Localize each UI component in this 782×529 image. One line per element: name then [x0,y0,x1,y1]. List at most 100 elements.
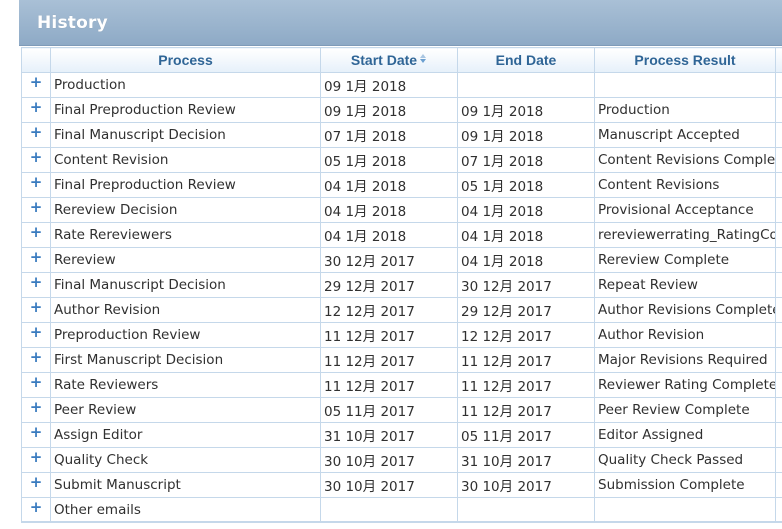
expand-plus-icon[interactable]: + [30,349,43,365]
panel-title: History [37,12,108,33]
expand-cell[interactable]: + [21,472,51,498]
expand-plus-icon[interactable]: + [30,74,43,90]
table-row[interactable]: + Rereview Decision 04 1月 2018 04 1月 2018 Pr… [21,197,782,223]
end-date-cell: 04 1月 2018 [457,247,595,273]
expand-plus-icon[interactable]: + [30,474,43,490]
end-date-cell: 09 1月 2018 [457,122,595,148]
end-date-cell [457,72,595,98]
start-date-cell: 11 12月 2017 [320,322,458,348]
process-cell: Quality Check [50,447,321,473]
start-date-cell: 04 1月 2018 [320,172,458,198]
extra-cell [775,147,782,173]
process-cell: Rate Rereviewers [50,222,321,248]
expand-plus-icon[interactable]: + [30,199,43,215]
end-date-cell: 11 12月 2017 [457,397,595,423]
process-result-cell: Production [594,97,776,123]
start-date-cell: 07 1月 2018 [320,122,458,148]
process-result-cell: Manuscript Accepted [594,122,776,148]
process-cell: Production [50,72,321,98]
process-cell: Final Preproduction Review [50,97,321,123]
expand-plus-icon[interactable]: + [30,249,43,265]
extra-cell [775,472,782,498]
expand-plus-icon[interactable]: + [30,424,43,440]
end-date-cell: 07 1月 2018 [457,147,595,173]
expand-cell[interactable]: + [21,347,51,373]
expand-plus-icon[interactable]: + [30,449,43,465]
table-row[interactable]: + Quality Check 30 10月 2017 31 10月 2017 Qual… [21,447,782,473]
table-row[interactable]: + Author Revision 12 12月 2017 29 12月 2017 Au… [21,297,782,323]
table-row[interactable]: + Final Preproduction Review 04 1月 2018 05 … [21,172,782,198]
extra-cell [775,172,782,198]
expand-plus-icon[interactable]: + [30,124,43,140]
table-row[interactable]: + Final Preproduction Review 09 1月 2018 09 … [21,97,782,123]
table-row[interactable]: + Rate Rereviewers 04 1月 2018 04 1月 2018 rer… [21,222,782,248]
start-date-cell: 04 1月 2018 [320,197,458,223]
end-date-cell: 09 1月 2018 [457,97,595,123]
expand-cell[interactable]: + [21,72,51,98]
expand-plus-icon[interactable]: + [30,299,43,315]
expand-cell[interactable]: + [21,222,51,248]
expand-cell[interactable]: + [21,272,51,298]
process-cell: First Manuscript Decision [50,347,321,373]
extra-cell [775,497,782,523]
expand-cell[interactable]: + [21,422,51,448]
expand-plus-icon[interactable]: + [30,174,43,190]
start-date-cell: 05 1月 2018 [320,147,458,173]
expand-cell[interactable]: + [21,247,51,273]
table-row[interactable]: + First Manuscript Decision 11 12月 2017 11 … [21,347,782,373]
expand-cell[interactable]: + [21,397,51,423]
process-cell: Author Revision [50,297,321,323]
expand-plus-icon[interactable]: + [30,399,43,415]
start-date-column-header[interactable]: Start Date [320,47,458,73]
table-row[interactable]: + Rate Reviewers 11 12月 2017 11 12月 2017 Rev… [21,372,782,398]
expand-plus-icon[interactable]: + [30,324,43,340]
expand-cell[interactable]: + [21,197,51,223]
extra-column-header [775,47,782,73]
process-result-cell [594,497,776,523]
extra-cell [775,447,782,473]
end-date-column-header[interactable]: End Date [457,47,595,73]
expand-cell[interactable]: + [21,322,51,348]
start-date-cell: 09 1月 2018 [320,97,458,123]
expand-cell[interactable]: + [21,372,51,398]
expand-cell[interactable]: + [21,447,51,473]
table-row[interactable]: + Preproduction Review 11 12月 2017 12 12月 2… [21,322,782,348]
sort-icon[interactable] [420,54,427,64]
table-row[interactable]: + Final Manuscript Decision 29 12月 2017 30 … [21,272,782,298]
expand-plus-icon[interactable]: + [30,99,43,115]
start-date-cell: 30 12月 2017 [320,247,458,273]
table-row[interactable]: + Rereview 30 12月 2017 04 1月 2018 Rereview C… [21,247,782,273]
table-row[interactable]: + Content Revision 05 1月 2018 07 1月 2018 Con… [21,147,782,173]
expand-column-header [21,47,51,73]
expand-cell[interactable]: + [21,172,51,198]
table-row[interactable]: + Assign Editor 31 10月 2017 05 11月 2017 Edit… [21,422,782,448]
expand-plus-icon[interactable]: + [30,374,43,390]
end-date-cell: 29 12月 2017 [457,297,595,323]
process-result-cell: Repeat Review [594,272,776,298]
table-row[interactable]: + Production 09 1月 2018 [21,72,782,98]
expand-plus-icon[interactable]: + [30,224,43,240]
process-column-header[interactable]: Process [50,47,321,73]
process-cell: Final Manuscript Decision [50,122,321,148]
table-bottom-border [21,521,782,523]
expand-cell[interactable]: + [21,147,51,173]
expand-cell[interactable]: + [21,297,51,323]
expand-cell[interactable]: + [21,122,51,148]
expand-plus-icon[interactable]: + [30,499,43,515]
extra-cell [775,122,782,148]
start-date-cell: 04 1月 2018 [320,222,458,248]
expand-plus-icon[interactable]: + [30,149,43,165]
process-cell: Submit Manuscript [50,472,321,498]
table-row[interactable]: + Other emails [21,497,782,523]
process-result-cell: Author Revision [594,322,776,348]
extra-cell [775,372,782,398]
expand-plus-icon[interactable]: + [30,274,43,290]
table-row[interactable]: + Final Manuscript Decision 07 1月 2018 09 1… [21,122,782,148]
table-row[interactable]: + Peer Review 05 11月 2017 11 12月 2017 Peer R… [21,397,782,423]
end-date-cell [457,497,595,523]
process-result-cell: Provisional Acceptance [594,197,776,223]
expand-cell[interactable]: + [21,497,51,523]
expand-cell[interactable]: + [21,97,51,123]
table-row[interactable]: + Submit Manuscript 30 10月 2017 30 10月 2017… [21,472,782,498]
process-result-column-header[interactable]: Process Result [594,47,776,73]
